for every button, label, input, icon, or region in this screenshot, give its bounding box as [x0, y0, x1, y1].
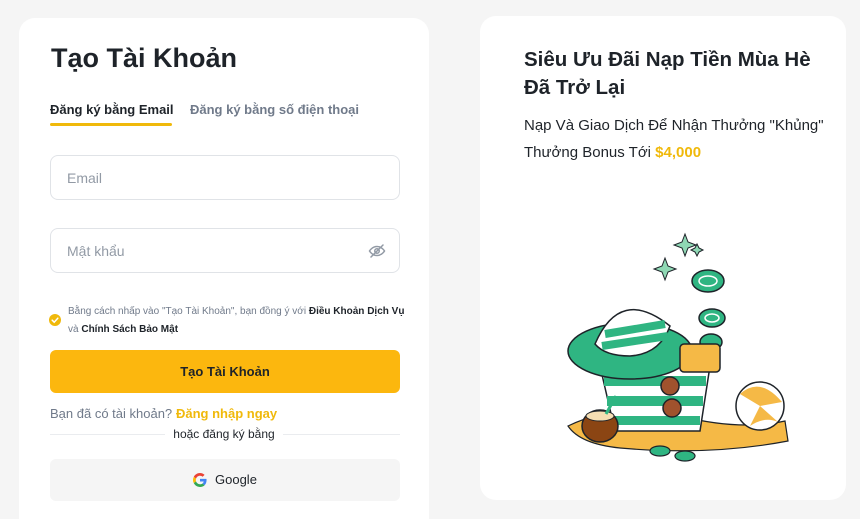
- promo-amount: $4,000: [655, 144, 702, 161]
- password-input[interactable]: [51, 229, 399, 272]
- or-signup-with: hoặc đăng ký bằng: [19, 427, 429, 441]
- email-input[interactable]: [51, 156, 399, 199]
- agreement-text: Bằng cách nhấp vào "Tạo Tài Khoản", bạn …: [68, 303, 408, 339]
- promo-subtitle: Nạp Và Giao Dịch Để Nhận Thưởng "Khủng" …: [524, 112, 824, 166]
- google-label: Google: [215, 472, 257, 487]
- summer-beach-bag-illustration: [567, 232, 789, 462]
- tab-phone[interactable]: Đăng ký bằng số điện thoại: [190, 102, 359, 117]
- signup-card: Tạo Tài Khoản Đăng ký bằng Email Đăng ký…: [19, 18, 429, 519]
- agree-checkbox[interactable]: [49, 314, 61, 326]
- promo-card: Siêu Ưu Đãi Nạp Tiền Mùa Hè Đã Trở Lại N…: [480, 16, 846, 500]
- google-signup-button[interactable]: Google: [50, 459, 400, 501]
- password-field-container: [50, 228, 400, 273]
- eye-off-icon[interactable]: [368, 242, 386, 260]
- have-account-text: Bạn đã có tài khoản?: [50, 406, 173, 421]
- google-icon: [193, 473, 207, 487]
- email-field-container: [50, 155, 400, 200]
- privacy-link[interactable]: Chính Sách Bảo Mật: [81, 324, 178, 335]
- create-account-button[interactable]: Tạo Tài Khoản: [50, 350, 400, 393]
- page-title: Tạo Tài Khoản: [51, 43, 238, 73]
- login-link[interactable]: Đăng nhập ngay: [176, 406, 277, 421]
- agreement-prefix: Bằng cách nhấp vào "Tạo Tài Khoản", bạn …: [68, 306, 309, 317]
- agreement-and: và: [68, 324, 82, 335]
- promo-title: Siêu Ưu Đãi Nạp Tiền Mùa Hè Đã Trở Lại: [524, 48, 811, 99]
- active-tab-indicator: [50, 123, 172, 126]
- tab-email[interactable]: Đăng ký bằng Email: [50, 102, 174, 117]
- or-signup-with-label: hoặc đăng ký bằng: [165, 427, 283, 441]
- terms-link[interactable]: Điều Khoản Dịch Vụ: [309, 306, 405, 317]
